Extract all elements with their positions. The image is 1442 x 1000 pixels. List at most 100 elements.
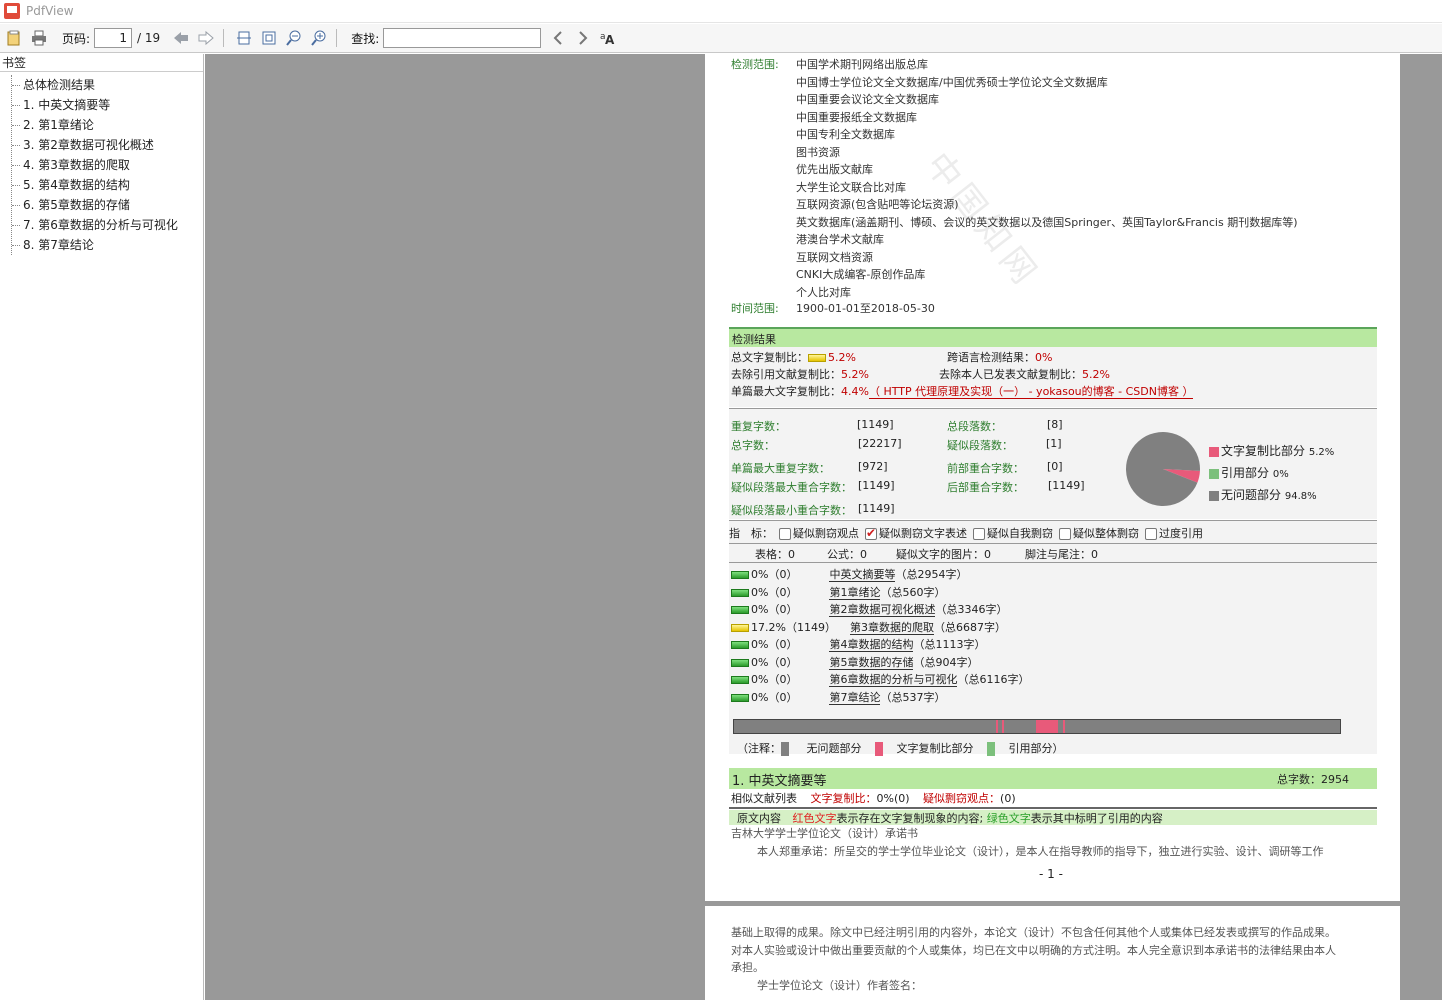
indicator-checkbox[interactable]	[779, 528, 791, 540]
chapter-link[interactable]: 第6章数据的分析与可视化	[829, 673, 958, 687]
fit-page-icon[interactable]	[258, 27, 280, 49]
open-file-icon[interactable]	[3, 27, 25, 49]
chapter-total: （总3346字）	[935, 603, 1008, 616]
cross-lang: 跨语言检测结果：0%	[947, 349, 1052, 365]
chapter-row[interactable]: 0%（0） 第7章结论（总537字）	[731, 689, 945, 705]
chapter-row[interactable]: 0%（0） 第4章数据的结构（总1113字）	[731, 636, 985, 652]
source-item: 互联网资源(包含贴吧等论坛资源)	[796, 198, 959, 211]
tables-count: 表格：0	[755, 546, 795, 562]
chapter-row[interactable]: 0%（0） 中英文摘要等（总2954字）	[731, 566, 967, 582]
legend-value: 0%	[1272, 469, 1289, 480]
indicator-checkbox[interactable]	[865, 526, 877, 540]
chapter-bar	[731, 606, 749, 614]
chapter-total: （总560字）	[880, 586, 946, 599]
pdf-app-icon	[4, 3, 20, 19]
vertical-scrollbar[interactable]	[1401, 54, 1442, 1000]
excl-self-label: 去除本人已发表文献复制比：	[939, 368, 1082, 381]
zoom-in-icon[interactable]	[308, 27, 330, 49]
original-content-row: 原文内容 红色文字表示存在文字复制现象的内容; 绿色文字表示其中标明了引用的内容	[737, 810, 1163, 826]
fit-width-icon[interactable]	[233, 27, 255, 49]
copy-ratio-label: 文字复制比：	[810, 792, 877, 805]
previous-page-icon[interactable]	[170, 27, 192, 49]
bookmark-item[interactable]: 6. 第5章数据的存储	[12, 195, 203, 215]
bookmark-item[interactable]: 1. 中英文摘要等	[12, 95, 203, 115]
chapter-link[interactable]: 第3章数据的爬取	[849, 621, 934, 635]
count-label: 脚注与尾注：	[1025, 548, 1091, 561]
red-text-desc: 表示存在文字复制现象的内容;	[836, 812, 984, 825]
chapter-pct: 0%（0）	[751, 568, 798, 581]
body-text: 基础上取得的成果。除文中已经注明引用的内容外，本论文（设计）不包含任何其他个人或…	[731, 926, 1336, 939]
indicator-checkbox[interactable]	[1145, 528, 1157, 540]
repeat-chars-value: [1149]	[857, 418, 894, 431]
chapter-row[interactable]: 0%（0） 第5章数据的存储（总904字）	[731, 654, 978, 670]
single-max-label: 单篇最大文字复制比：	[731, 385, 841, 398]
single-max-source-link[interactable]: （ HTTP 代理原理及实现（一） - yokasou的博客 - CSDN博客 …	[868, 385, 1194, 399]
pie-legend-item: 引用部分 0%	[1209, 463, 1334, 485]
find-previous-icon[interactable]	[547, 27, 569, 49]
chapter-pct: 0%（0）	[751, 656, 798, 669]
back-overlap-value: [1149]	[1048, 479, 1085, 492]
chapter-link[interactable]: 第1章绪论	[829, 586, 881, 600]
strip-legend-prefix: （注释：	[737, 742, 781, 755]
similarity-pie-chart	[1126, 432, 1200, 506]
plagiarism-value: (0)	[1000, 792, 1016, 805]
text-options-icon[interactable]: aA	[597, 27, 619, 49]
indicator-label: 过度引用	[1159, 527, 1203, 540]
red-text-label: 红色文字	[792, 812, 837, 825]
section-1-total-value: 2954	[1321, 773, 1349, 786]
indicator-checkbox[interactable]	[973, 528, 985, 540]
bookmark-item[interactable]: 8. 第7章结论	[12, 235, 203, 255]
indicator-label: 疑似自我剽窃	[987, 527, 1053, 540]
chapter-link[interactable]: 第7章结论	[829, 691, 881, 705]
bookmark-tree: 总体检测结果 1. 中英文摘要等 2. 第1章绪论 3. 第2章数据可视化概述 …	[11, 75, 203, 255]
indicators-row: 指 标： 疑似剽窃观点 疑似剽窃文字表述 疑似自我剽窃 疑似整体剽窃 过度引用	[729, 521, 1377, 543]
document-viewer[interactable]: 中国知网 检测范围: 中国学术期刊网络出版总库 中国博士学位论文全文数据库/中国…	[205, 54, 1442, 1000]
bookmark-item[interactable]: 4. 第3章数据的爬取	[12, 155, 203, 175]
total-paras-label: 总段落数：	[947, 420, 1002, 433]
time-value: 1900-01-01至2018-05-30	[796, 302, 935, 315]
chapter-row[interactable]: 0%（0） 第2章数据可视化概述（总3346字）	[731, 601, 1007, 617]
chapter-row[interactable]: 0%（0） 第1章绪论（总560字）	[731, 584, 945, 600]
results-title: 检测结果	[732, 333, 776, 346]
para-max-overlap-value: [1149]	[858, 479, 895, 492]
bookmark-item[interactable]: 总体检测结果	[12, 75, 203, 95]
para-max-overlap-label: 疑似段落最大重合字数：	[731, 481, 852, 494]
distribution-strip	[733, 719, 1341, 734]
section-1-header: 1. 中英文摘要等 总字数：2954	[729, 768, 1377, 789]
indicator-checkbox[interactable]	[1059, 528, 1071, 540]
chapter-bar	[731, 571, 749, 579]
print-icon[interactable]	[28, 27, 50, 49]
legend-label: 无问题部分	[1221, 488, 1282, 502]
total-copy: 总文字复制比： 5.2%	[731, 349, 856, 365]
total-copy-label: 总文字复制比：	[731, 351, 808, 364]
chapter-link[interactable]: 第5章数据的存储	[829, 656, 914, 670]
results-header: 检测结果	[729, 327, 1377, 347]
chapter-link[interactable]: 第4章数据的结构	[829, 638, 914, 652]
bookmark-item[interactable]: 2. 第1章绪论	[12, 115, 203, 135]
strip-legend-label: 无问题部分	[806, 742, 862, 755]
body-text: 承担。	[731, 961, 764, 974]
chapter-row[interactable]: 0%（0） 第6章数据的分析与可视化（总6116字）	[731, 671, 1029, 687]
zoom-out-icon[interactable]	[283, 27, 305, 49]
total-chars-value: [22217]	[858, 437, 902, 450]
page-number-input[interactable]: 1	[94, 28, 133, 48]
chapter-link[interactable]: 第2章数据可视化概述	[829, 603, 936, 617]
cross-lang-value: 0%	[1035, 351, 1053, 364]
find-next-icon[interactable]	[572, 27, 594, 49]
bookmark-item[interactable]: 3. 第2章数据可视化概述	[12, 135, 203, 155]
chapter-row[interactable]: 17.2%（1149） 第3章数据的爬取（总6687字）	[731, 619, 1006, 635]
chapter-pct: 0%（0）	[751, 673, 798, 686]
plagiarism-label: 疑似剽窃观点：	[923, 792, 1001, 805]
chapter-pct: 0%（0）	[751, 586, 798, 599]
chapter-link[interactable]: 中英文摘要等	[829, 568, 896, 582]
single-max-value: 4.4%	[841, 385, 869, 398]
next-page-icon[interactable]	[195, 27, 217, 49]
chapter-total: （总1113字）	[913, 638, 986, 651]
excl-ref: 去除引用文献复制比：5.2%	[731, 366, 869, 382]
find-input[interactable]	[383, 28, 542, 48]
source-item: 图书资源	[796, 146, 840, 159]
toolbar: 页码: 1 / 19 查找: aA	[0, 24, 1442, 53]
bookmark-item[interactable]: 5. 第4章数据的结构	[12, 175, 203, 195]
green-text-label: 绿色文字	[986, 812, 1031, 825]
bookmark-item[interactable]: 7. 第6章数据的分析与可视化	[12, 215, 203, 235]
